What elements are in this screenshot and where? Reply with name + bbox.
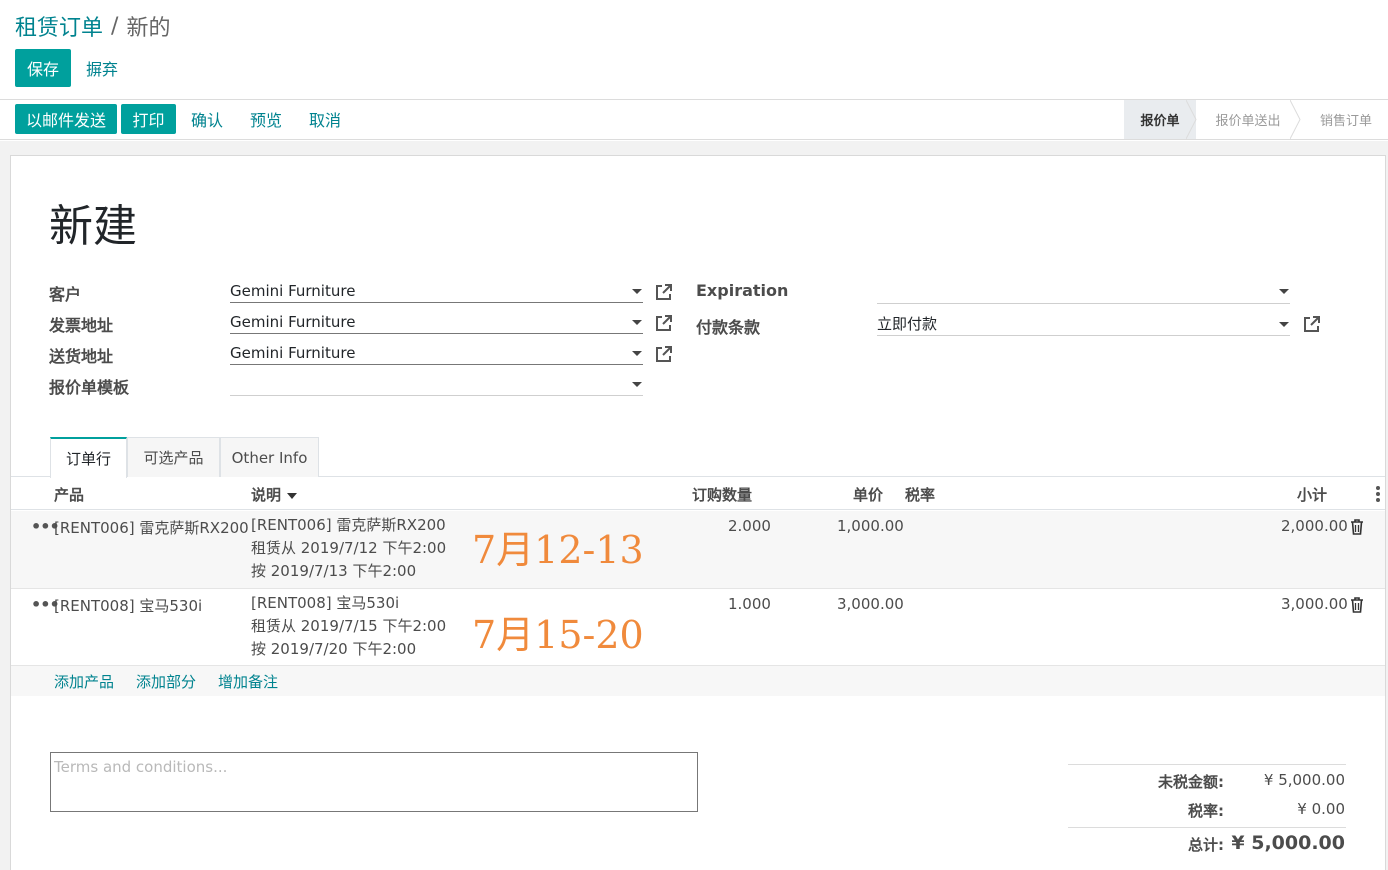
customer-label: 客户 [49, 285, 82, 304]
taxes-label: 税率: [1188, 802, 1224, 820]
stage-quotation[interactable]: 报价单 [1124, 100, 1197, 139]
total-label: 总计: [1188, 836, 1224, 854]
customer-field[interactable]: Gemini Furniture [230, 279, 643, 303]
row-quantity[interactable]: 2.000 [728, 517, 771, 535]
delivery-address-label: 送货地址 [49, 347, 114, 366]
breadcrumb-rental-orders[interactable]: 租赁订单 [15, 10, 103, 42]
row-product[interactable]: [RENT006] 雷克萨斯RX200 [54, 517, 249, 538]
payment-terms-external-link-icon[interactable] [1303, 315, 1321, 333]
untaxed-amount-label: 未税金额: [1158, 773, 1224, 791]
discard-button[interactable]: 摒弃 [80, 49, 124, 87]
row-description[interactable]: [RENT006] 雷克萨斯RX200 租赁从 2019/7/12 下午2:00… [251, 514, 446, 583]
control-panel: 租赁订单 / 新的 保存 摒弃 [0, 0, 1388, 100]
expiration-dropdown-icon[interactable] [1279, 289, 1289, 294]
handwritten-annotation: 7月15-20 [472, 613, 644, 657]
untaxed-amount-value: ¥ 5,000.00 [1263, 771, 1345, 789]
payment-terms-dropdown-icon[interactable] [1279, 322, 1289, 327]
delete-row-icon[interactable] [1350, 519, 1364, 535]
row-description-line: 租赁从 2019/7/12 下午2:00 [251, 539, 447, 557]
row-unit-price[interactable]: 1,000.00 [837, 517, 904, 535]
breadcrumb: 租赁订单 / 新的 [15, 10, 170, 42]
order-lines-header: 产品 说明 订购数量 单价 税率 小计 [11, 478, 1385, 510]
row-description[interactable]: [RENT008] 宝马530i 租赁从 2019/7/15 下午2:00 按 … [251, 592, 446, 661]
breadcrumb-separator: / [111, 13, 119, 39]
totals-divider [1068, 827, 1346, 828]
payment-terms-field[interactable]: 立即付款 [877, 312, 1290, 336]
quotation-template-field[interactable] [230, 372, 643, 396]
row-description-line: 按 2019/7/20 下午2:00 [251, 640, 417, 658]
column-description[interactable]: 说明 [251, 484, 298, 505]
column-taxes[interactable]: 税率 [905, 484, 935, 505]
stage-statusbar: 报价单 报价单送出 销售订单 [1124, 100, 1388, 139]
row-quantity[interactable]: 1.000 [728, 595, 771, 613]
invoice-address-external-link-icon[interactable] [655, 314, 673, 332]
preview-button[interactable]: 预览 [243, 104, 289, 134]
column-description-label: 说明 [251, 486, 282, 504]
sort-down-icon [287, 492, 298, 499]
column-subtotal[interactable]: 小计 [1297, 484, 1327, 505]
column-quantity[interactable]: 订购数量 [692, 484, 752, 505]
stage-sales-order-label: 销售订单 [1320, 114, 1373, 129]
invoice-address-dropdown-icon[interactable] [632, 320, 642, 325]
row-description-line: [RENT008] 宝马530i [251, 594, 400, 612]
row-description-line: [RENT006] 雷克萨斯RX200 [251, 516, 446, 534]
row-description-line: 按 2019/7/13 下午2:00 [251, 562, 417, 580]
row-description-line: 租赁从 2019/7/15 下午2:00 [251, 617, 447, 635]
row-product[interactable]: [RENT008] 宝马530i [54, 595, 202, 616]
status-bar: 以邮件发送 打印 确认 预览 取消 报价单 报价单送出 销售订单 [0, 100, 1388, 140]
expiration-label: Expiration [696, 281, 789, 300]
column-product[interactable]: 产品 [54, 484, 84, 505]
send-by-email-button[interactable]: 以邮件发送 [15, 104, 117, 134]
delivery-address-dropdown-icon[interactable] [632, 351, 642, 356]
invoice-address-field[interactable]: Gemini Furniture [230, 310, 643, 334]
tab-order-lines[interactable]: 订单行 [50, 437, 127, 478]
customer-dropdown-icon[interactable] [632, 289, 642, 294]
payment-terms-label: 付款条款 [696, 318, 761, 337]
stage-quotation-sent[interactable]: 报价单送出 [1196, 100, 1301, 139]
column-unit-price[interactable]: 单价 [853, 484, 883, 505]
tab-other-info[interactable]: Other Info [220, 437, 319, 477]
stage-arrow-icon [1186, 100, 1197, 139]
expiration-field[interactable] [877, 280, 1290, 304]
breadcrumb-current: 新的 [126, 16, 171, 41]
add-product-link[interactable]: 添加产品 [54, 671, 114, 692]
row-subtotal: 2,000.00 [1281, 517, 1348, 535]
delivery-address-external-link-icon[interactable] [655, 345, 673, 363]
column-options-icon[interactable] [1376, 486, 1380, 502]
quotation-template-label: 报价单模板 [49, 378, 130, 397]
total-value: ¥ 5,000.00 [1231, 832, 1345, 854]
add-line-row: 添加产品 添加部分 增加备注 [11, 666, 1385, 696]
notebook-tabs: 订单行 可选产品 Other Info [11, 437, 1385, 478]
record-title: 新建 [49, 201, 137, 252]
stage-quotation-label: 报价单 [1140, 114, 1180, 129]
delete-row-icon[interactable] [1350, 597, 1364, 613]
handwritten-annotation: 7月12-13 [472, 528, 644, 572]
delivery-address-field[interactable]: Gemini Furniture [230, 341, 643, 365]
tab-optional-products[interactable]: 可选产品 [127, 437, 220, 477]
row-subtotal: 3,000.00 [1281, 595, 1348, 613]
taxes-value: ¥ 0.00 [1297, 800, 1345, 818]
cancel-button[interactable]: 取消 [302, 104, 348, 134]
quotation-template-dropdown-icon[interactable] [632, 382, 642, 387]
add-note-link[interactable]: 增加备注 [218, 671, 278, 692]
stage-arrow-icon [1290, 100, 1301, 139]
print-button[interactable]: 打印 [121, 104, 176, 134]
customer-external-link-icon[interactable] [655, 283, 673, 301]
stage-quotation-sent-label: 报价单送出 [1215, 114, 1281, 129]
invoice-address-label: 发票地址 [49, 316, 114, 335]
stage-sales-order[interactable]: 销售订单 [1300, 100, 1388, 139]
terms-and-conditions-field[interactable]: Terms and conditions... [50, 752, 698, 812]
confirm-button[interactable]: 确认 [184, 104, 230, 134]
totals-divider [1068, 764, 1346, 765]
row-unit-price[interactable]: 3,000.00 [837, 595, 904, 613]
table-row[interactable]: ••• [RENT008] 宝马530i [RENT008] 宝马530i 租赁… [11, 589, 1385, 666]
add-section-link[interactable]: 添加部分 [136, 671, 196, 692]
table-row[interactable]: ••• [RENT006] 雷克萨斯RX200 [RENT006] 雷克萨斯RX… [11, 511, 1385, 589]
save-button[interactable]: 保存 [15, 49, 71, 87]
